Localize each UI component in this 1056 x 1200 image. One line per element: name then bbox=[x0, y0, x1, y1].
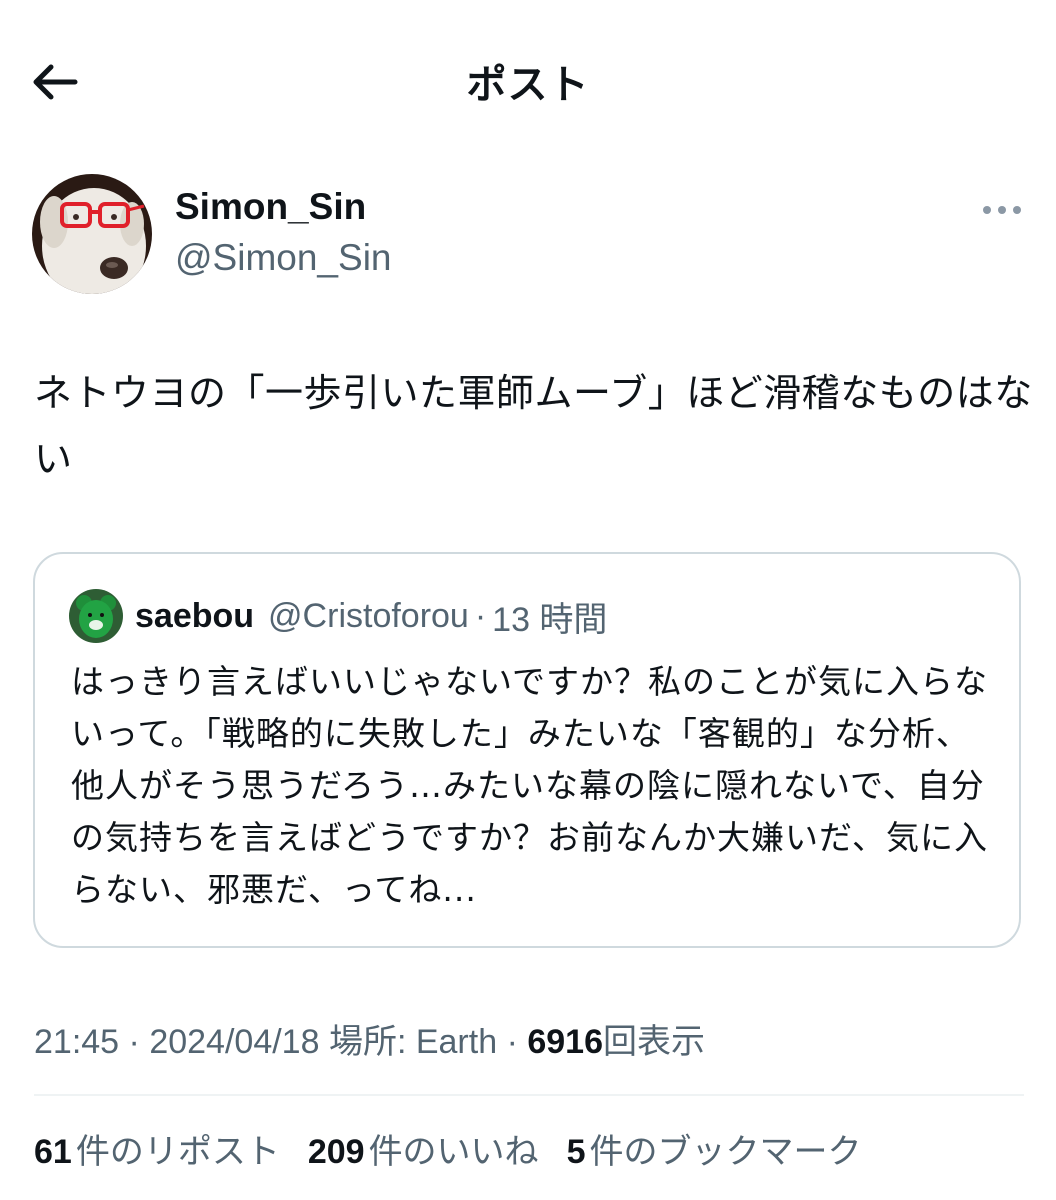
more-button[interactable] bbox=[966, 192, 1022, 228]
post-text: ネトウヨの「一歩引いた軍師ムーブ」ほど滑稽なものはない bbox=[34, 371, 1033, 481]
post-location: 場所: Earth bbox=[328, 1023, 498, 1061]
page-title: ポスト bbox=[466, 62, 590, 108]
bookmarks-count: 5 bbox=[566, 1133, 586, 1171]
author-name[interactable]: Simon_Sin bbox=[175, 186, 366, 228]
likes-label: 件のいいね bbox=[368, 1132, 539, 1172]
post-meta: 21:45 · 2024/04/18 場所: Earth · 6916回表示 bbox=[34, 1014, 1024, 1063]
separator-dot: · bbox=[474, 596, 487, 635]
reposts-count: 61 bbox=[34, 1133, 72, 1171]
header: ポスト bbox=[0, 0, 1056, 160]
quoted-author-name: saebou bbox=[135, 596, 255, 635]
quoted-avatar bbox=[69, 589, 123, 643]
reposts-label: 件のリポスト bbox=[75, 1132, 280, 1172]
quoted-post-header: saebou @Cristoforou · 13 時間 bbox=[69, 588, 607, 644]
bookmarks-stat[interactable]: 5 件のブックマーク bbox=[567, 1124, 862, 1173]
author-handle[interactable]: @Simon_Sin bbox=[175, 237, 392, 279]
post-stats: 61 件のリポスト 209 件のいいね 5 件のブックマーク bbox=[34, 1124, 1044, 1173]
separator-dot: · bbox=[506, 1023, 518, 1061]
views-count: 6916 bbox=[527, 1023, 603, 1061]
quoted-author-handle: @Cristoforou bbox=[268, 596, 469, 635]
likes-count: 209 bbox=[307, 1133, 365, 1171]
divider bbox=[34, 1094, 1024, 1096]
avatar[interactable] bbox=[32, 174, 152, 294]
dog-avatar-image bbox=[32, 174, 152, 294]
post-time[interactable]: 21:45 bbox=[34, 1023, 119, 1061]
ellipsis-icon bbox=[983, 206, 1021, 214]
reposts-stat[interactable]: 61 件のリポスト bbox=[34, 1124, 280, 1173]
quoted-timestamp: 13 時間 bbox=[492, 600, 608, 639]
likes-stat[interactable]: 209 件のいいね bbox=[308, 1124, 539, 1173]
views-label: 回表示 bbox=[603, 1023, 705, 1061]
author-row: Simon_Sin @Simon_Sin bbox=[32, 172, 1022, 302]
separator-dot: · bbox=[128, 1023, 140, 1061]
bookmarks-label: 件のブックマーク bbox=[589, 1132, 862, 1172]
post-date[interactable]: 2024/04/18 bbox=[149, 1023, 319, 1061]
quoted-post[interactable]: saebou @Cristoforou · 13 時間 はっきり言えばいいじゃな… bbox=[33, 552, 1021, 948]
bear-avatar-image bbox=[69, 589, 123, 643]
quoted-post-text: はっきり言えばいいじゃないですか？私のことが気に入らないって。「戦略的に失敗した… bbox=[71, 662, 989, 909]
